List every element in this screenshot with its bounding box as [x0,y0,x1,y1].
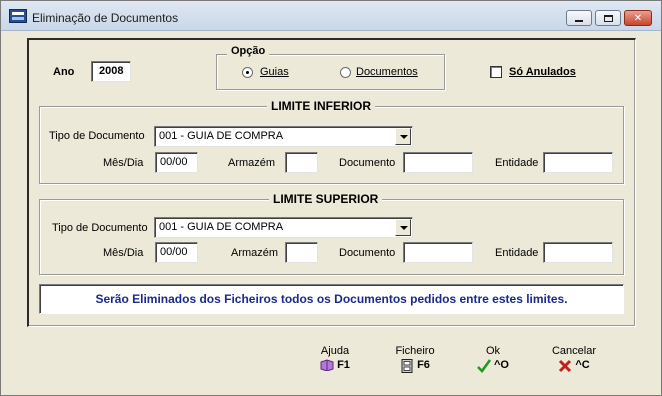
radio-guias[interactable] [242,67,253,78]
sup-tipo-value: 001 - GUIA DE COMPRA [159,221,284,233]
ok-key: ^O [494,359,509,371]
close-button[interactable]: ✕ [624,10,652,26]
ajuda-caption: Ajuda [320,345,350,357]
cancelar-caption: Cancelar [551,345,597,357]
sup-entidade-input[interactable] [543,242,613,263]
sup-mes-dia-input[interactable]: 00/00 [155,242,198,263]
main-window: Eliminação de Documentos ✕ Ano 2008 Opçã… [0,0,662,396]
inf-entidade-label: Entidade [495,157,539,169]
so-anulados-checkbox[interactable] [490,66,502,78]
ok-button[interactable]: Ok ^O [473,345,513,381]
ajuda-button[interactable]: Ajuda F1 [313,345,357,381]
maximize-button[interactable] [595,10,621,26]
documentos-label-text: Documentos [356,66,418,78]
maximize-icon [603,14,613,22]
inf-entidade-input[interactable] [543,152,613,173]
info-message: Serão Eliminados dos Ficheiros todos os … [39,284,624,314]
limite-superior-legend: LIMITE SUPERIOR [269,192,383,206]
inf-armazem-label: Armazém [228,157,276,169]
title-bar[interactable]: Eliminação de Documentos ✕ [1,1,661,31]
radio-documentos[interactable] [340,67,351,78]
ano-label: Ano [53,66,75,78]
radio-guias-label[interactable]: Guias [260,66,289,78]
sup-entidade-label: Entidade [495,247,539,259]
inf-tipo-select[interactable]: 001 - GUIA DE COMPRA [154,126,413,147]
minimize-icon [575,20,583,22]
ajuda-key: F1 [337,359,350,371]
guias-label-text: Guias [260,66,289,78]
ficheiro-button[interactable]: Ficheiro F6 [391,345,439,381]
chevron-down-icon[interactable] [395,219,411,236]
ano-input[interactable]: 2008 [91,61,131,82]
app-icon [9,9,27,23]
radio-documentos-label[interactable]: Documentos [356,66,418,78]
ok-caption: Ok [485,345,501,357]
inf-documento-input[interactable] [403,152,473,173]
ficheiro-key: F6 [417,359,430,371]
sup-mes-dia-label: Mês/Dia [103,247,144,259]
sup-armazem-input[interactable] [285,242,318,263]
cancelar-key: ^C [575,359,590,371]
inf-documento-label: Documento [339,157,396,169]
inf-mes-dia-input[interactable]: 00/00 [155,152,198,173]
sup-documento-label: Documento [339,247,396,259]
inf-tipo-value: 001 - GUIA DE COMPRA [159,130,284,142]
x-icon [558,359,572,373]
opcao-legend: Opção [227,45,270,57]
sup-tipo-select[interactable]: 001 - GUIA DE COMPRA [154,217,413,238]
close-icon: ✕ [633,12,643,24]
sup-tipo-label: Tipo de Documento [52,222,148,234]
window-title: Eliminação de Documentos [32,11,179,25]
so-anulados-text: Só Anulados [509,66,576,78]
checkmark-icon [477,359,492,373]
sup-armazem-label: Armazém [231,247,279,259]
cabinet-icon [400,359,414,373]
minimize-button[interactable] [566,10,592,26]
ficheiro-caption: Ficheiro [395,345,435,357]
book-icon [320,359,334,372]
sup-documento-input[interactable] [403,242,473,263]
inf-armazem-input[interactable] [285,152,318,173]
so-anulados-label[interactable]: Só Anulados [509,66,576,78]
chevron-down-icon[interactable] [395,128,411,145]
limite-inferior-legend: LIMITE INFERIOR [267,99,375,113]
cancelar-button[interactable]: Cancelar ^C [547,345,601,381]
inf-tipo-label: Tipo de Documento [49,130,145,142]
inf-mes-dia-label: Mês/Dia [103,157,144,169]
